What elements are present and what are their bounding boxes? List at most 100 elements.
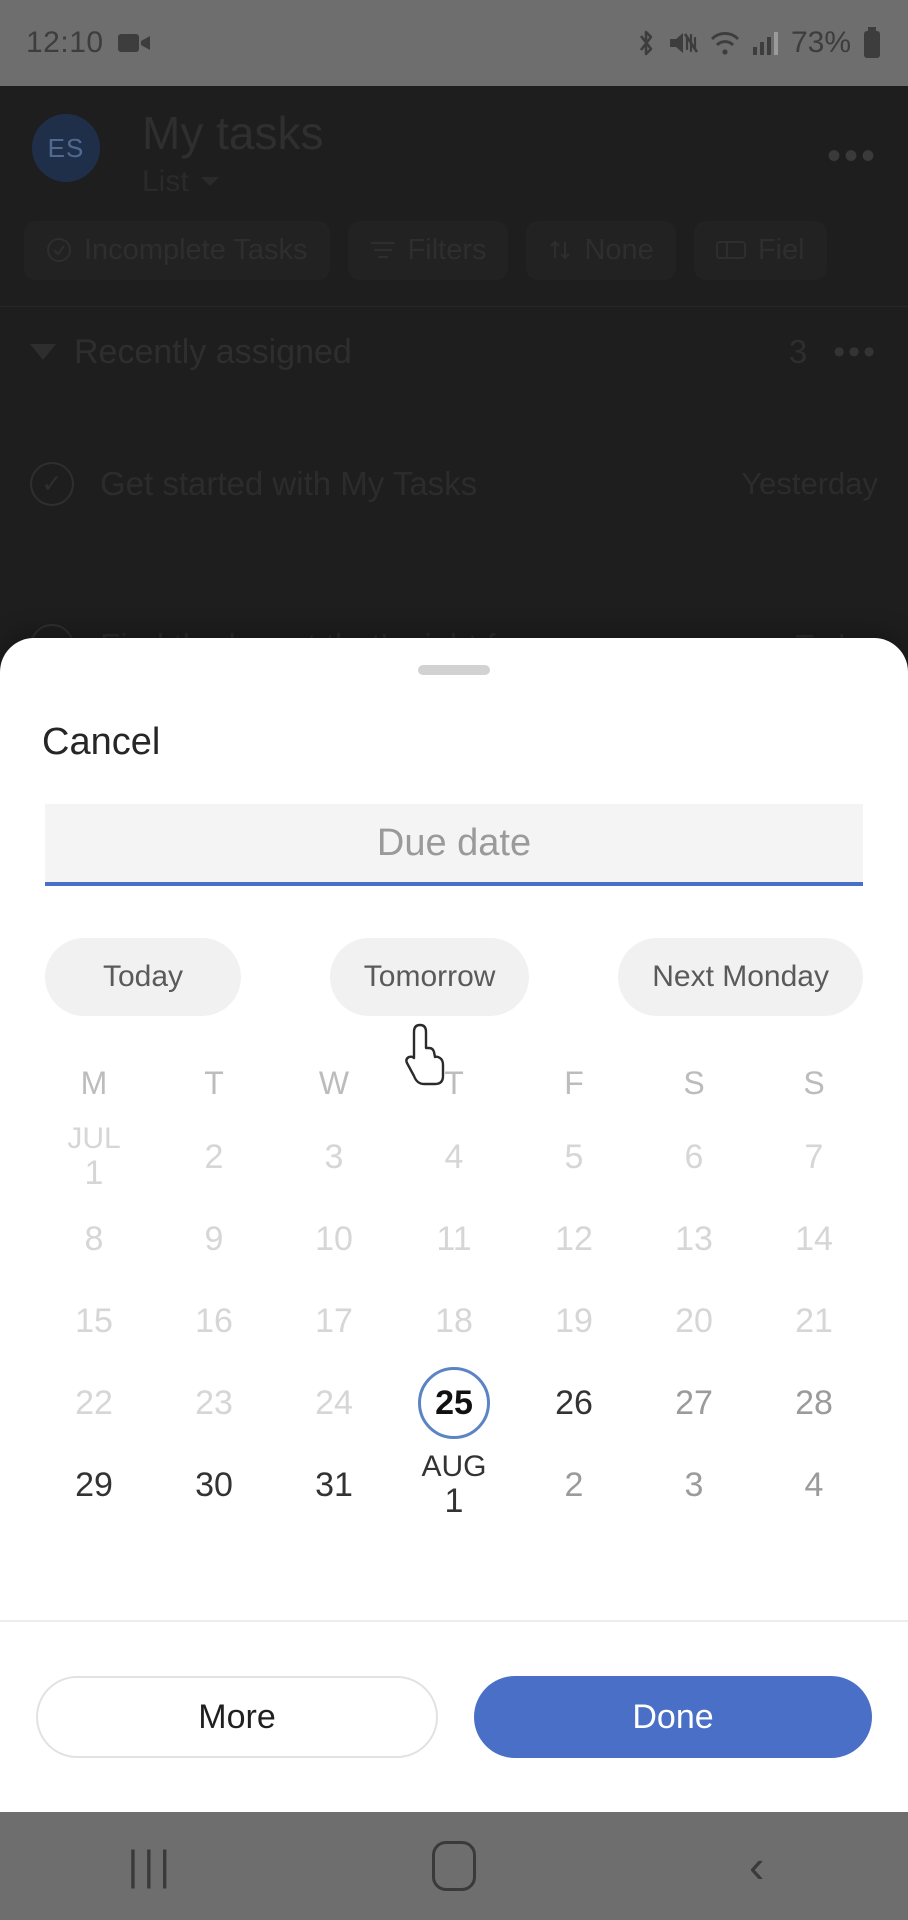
task-row[interactable]: ✓ Get started with My Tasks Yesterday [0,434,908,534]
battery-percent: 73% [790,26,851,59]
calendar-day-number: 24 [315,1383,353,1422]
sheet-footer: More Done [0,1620,908,1812]
home-button[interactable] [394,1841,514,1891]
back-icon: ‹ [748,1840,765,1892]
calendar-day[interactable]: 4 [394,1116,514,1198]
collapse-triangle-icon [30,344,56,361]
calendar-day-number: 22 [75,1383,113,1422]
weekday-header: T [444,1064,464,1101]
calendar-day-number: 26 [555,1383,593,1422]
section-recently-assigned[interactable]: Recently assigned 3 ••• [0,307,908,372]
calendar-day[interactable]: 2 [154,1116,274,1198]
calendar-day[interactable]: 5 [514,1116,634,1198]
calendar-week-row: 29 30 31 AUG 1 2 3 4 [34,1444,874,1526]
calendar-day[interactable]: 26 [514,1362,634,1444]
weekday-header: S [683,1064,705,1101]
chip-filters-label: Filters [407,233,487,266]
done-button[interactable]: Done [474,1676,872,1758]
calendar-day[interactable]: 16 [154,1280,274,1362]
cancel-button[interactable]: Cancel [42,721,160,764]
task-complete-icon[interactable]: ✓ [30,461,74,506]
calendar-month-label: JUL [67,1122,121,1156]
calendar-day-number: 5 [564,1137,584,1176]
chip-fields[interactable]: Fiel [693,220,827,280]
page-title: My tasks [142,107,324,159]
due-date-input[interactable]: Due date [45,804,863,886]
calendar-day[interactable]: 31 [274,1444,394,1526]
calendar-weekday-header: M T W T F S S [34,1050,874,1116]
mute-icon [668,29,698,57]
calendar-day-label: JUL 1 [67,1123,120,1191]
section-count: 3 [788,333,808,371]
calendar-day[interactable]: 3 [274,1116,394,1198]
chip-filters[interactable]: Filters [347,220,509,280]
calendar-day[interactable]: JUL 1 [34,1116,154,1198]
video-recording-icon [117,31,152,55]
calendar-day[interactable]: 13 [634,1198,754,1280]
view-switcher[interactable]: List [142,165,878,199]
calendar-day[interactable]: 14 [754,1198,874,1280]
calendar-day[interactable]: 20 [634,1280,754,1362]
calendar-day-number: 20 [675,1301,713,1340]
calendar: M T W T F S S JUL 1 2 3 4 5 6 7 8 9 10 11 12 13 14 15 16… [34,1050,874,1526]
calendar-day-number: 21 [795,1301,833,1340]
task-spacer [0,534,908,596]
calendar-day[interactable]: 21 [754,1280,874,1362]
calendar-day[interactable]: 22 [34,1362,154,1444]
back-button[interactable]: ‹ [697,1843,817,1889]
calendar-day-number: 2 [204,1137,224,1176]
calendar-day[interactable]: 11 [394,1198,514,1280]
calendar-day[interactable]: 9 [154,1198,274,1280]
avatar[interactable]: ES [32,114,100,182]
calendar-day[interactable]: 15 [34,1280,154,1362]
weekday-header: M [80,1064,108,1101]
calendar-day[interactable]: 7 [754,1116,874,1198]
chip-sort[interactable]: None [526,220,676,280]
calendar-day-number: 14 [795,1219,833,1258]
calendar-day-number: 18 [435,1301,473,1340]
calendar-day[interactable]: AUG 1 [394,1444,514,1526]
calendar-day[interactable]: 3 [634,1444,754,1526]
app-overflow-menu-button[interactable]: ••• [827,134,878,179]
calendar-day-number: 30 [195,1465,233,1504]
calendar-day[interactable]: 2 [514,1444,634,1526]
calendar-day-number: 1 [84,1153,104,1192]
calendar-day[interactable]: 19 [514,1280,634,1362]
calendar-day[interactable]: 18 [394,1280,514,1362]
calendar-day[interactable]: 30 [154,1444,274,1526]
weekday-header: F [564,1064,584,1101]
recents-button[interactable]: ||| [91,1842,211,1890]
chip-incomplete-tasks-label: Incomplete Tasks [84,233,308,266]
calendar-day-number: 28 [795,1383,833,1422]
calendar-day[interactable]: 17 [274,1280,394,1362]
calendar-day-number: 13 [675,1219,713,1258]
calendar-week-row: 22 23 24 25 26 27 28 [34,1362,874,1444]
quick-option-today[interactable]: Today [45,938,241,1016]
calendar-day[interactable]: 27 [634,1362,754,1444]
filters-icon [370,239,396,261]
calendar-day[interactable]: 8 [34,1198,154,1280]
calendar-day-today[interactable]: 25 [394,1362,514,1444]
weekday-header: S [803,1064,825,1101]
calendar-day[interactable]: 23 [154,1362,274,1444]
calendar-day[interactable]: 6 [634,1116,754,1198]
calendar-body: JUL 1 2 3 4 5 6 7 8 9 10 11 12 13 14 15 16 17 18 19 20 21 22 23… [34,1116,874,1526]
calendar-day-number: 2 [564,1465,584,1504]
calendar-day[interactable]: 29 [34,1444,154,1526]
calendar-day[interactable]: 12 [514,1198,634,1280]
calendar-day[interactable]: 28 [754,1362,874,1444]
sheet-drag-handle[interactable] [418,665,490,675]
section-overflow-button[interactable]: ••• [833,333,878,372]
calendar-day[interactable]: 10 [274,1198,394,1280]
phone-screen: 12:10 73% ES My tasks List ••• Incomplet… [0,0,908,1920]
calendar-day-number: 16 [195,1301,233,1340]
calendar-day[interactable]: 4 [754,1444,874,1526]
calendar-day-number: 15 [75,1301,113,1340]
quick-option-next-monday[interactable]: Next Monday [618,938,863,1016]
quick-option-tomorrow[interactable]: Tomorrow [329,938,530,1016]
chip-incomplete-tasks[interactable]: Incomplete Tasks [24,220,330,280]
calendar-day[interactable]: 24 [274,1362,394,1444]
more-button[interactable]: More [36,1676,438,1758]
chevron-down-icon [200,177,219,187]
calendar-day-number: 11 [436,1219,472,1258]
